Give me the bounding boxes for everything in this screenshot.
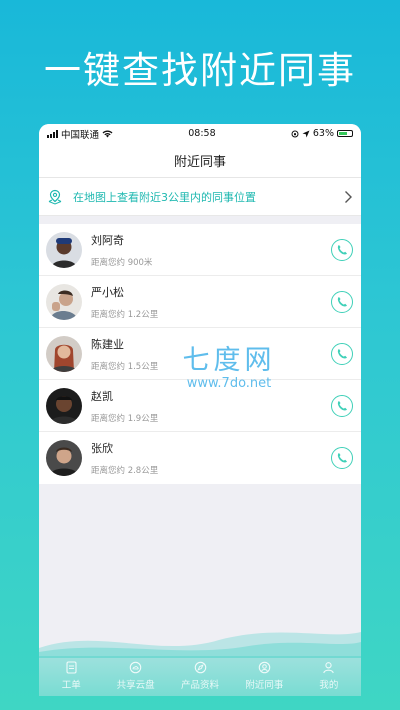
tab-product-docs[interactable]: 产品资料	[168, 656, 232, 696]
map-view-banner[interactable]: 在地图上查看附近3公里内的同事位置	[39, 178, 361, 216]
phone-icon	[337, 296, 347, 307]
phone-icon	[337, 348, 347, 359]
colleague-name: 严小松	[91, 285, 124, 299]
colleague-row[interactable]: 赵凯 距离您约 1.9公里	[39, 380, 361, 432]
status-bar: 中国联通 08:58 63%	[39, 124, 361, 143]
colleague-distance: 距离您约 1.2公里	[91, 309, 159, 320]
colleague-name: 陈建业	[91, 337, 124, 351]
avatar	[46, 387, 82, 424]
call-button[interactable]	[331, 447, 353, 469]
tab-nearby-colleagues[interactable]: 附近同事	[232, 656, 296, 696]
document-icon	[66, 661, 77, 674]
avatar	[46, 335, 82, 372]
colleague-name: 刘阿奇	[91, 233, 124, 247]
signal-icon	[47, 129, 58, 138]
colleague-row[interactable]: 张欣 距离您约 2.8公里	[39, 432, 361, 484]
tab-cloud-disk[interactable]: 共享云盘	[103, 656, 167, 696]
call-button[interactable]	[331, 238, 353, 261]
tab-label: 附近同事	[245, 680, 284, 691]
phone-icon	[337, 244, 347, 255]
tab-me[interactable]: 我的	[297, 656, 361, 696]
person-icon	[323, 662, 335, 674]
location-arrow-icon	[302, 130, 310, 137]
promo-headline: 一键查找附近同事	[44, 49, 356, 92]
colleague-row[interactable]: 刘阿奇 距离您约 900米	[39, 224, 361, 276]
battery-percent: 63%	[312, 128, 334, 139]
clock-label: 08:58	[188, 128, 216, 139]
page-title: 附近同事	[173, 154, 226, 170]
tab-label: 工单	[61, 680, 81, 691]
tab-bar: 工单 共享云盘 产品资料 附近同事 我的	[39, 656, 361, 696]
chevron-right-icon	[345, 190, 352, 203]
phone-icon	[337, 453, 347, 463]
avatar	[46, 440, 82, 476]
colleague-row[interactable]: 陈建业 距离您约 1.5公里	[39, 328, 361, 380]
avatar	[46, 283, 82, 320]
call-button[interactable]	[331, 394, 353, 417]
colleague-distance: 距离您约 1.9公里	[91, 413, 159, 424]
rotation-lock-icon	[291, 130, 299, 137]
tab-label: 我的	[319, 680, 339, 691]
battery-icon	[337, 130, 353, 137]
phone-screen: 中国联通 08:58 63% 附近同事 在地图上查看附近3公里内的同事位置 刘阿…	[39, 124, 361, 696]
map-banner-text: 在地图上查看附近3公里内的同事位置	[73, 190, 256, 204]
colleague-distance: 距离您约 900米	[91, 257, 153, 268]
nav-bar: 附近同事	[39, 143, 361, 178]
location-pin-icon	[48, 189, 62, 205]
wifi-icon	[102, 130, 113, 137]
colleague-name: 赵凯	[91, 389, 113, 403]
tab-work-order[interactable]: 工单	[39, 656, 103, 696]
compass-icon	[194, 661, 206, 674]
colleague-name: 张欣	[91, 442, 113, 455]
tab-label: 共享云盘	[116, 680, 155, 691]
tab-label: 产品资料	[181, 680, 220, 691]
cloud-disk-icon	[129, 661, 142, 674]
colleague-list: 刘阿奇 距离您约 900米 严小松 距离您约 1.2公里 陈建业 距离您约 1.…	[39, 224, 361, 484]
colleague-distance: 距离您约 2.8公里	[91, 466, 159, 476]
call-button[interactable]	[331, 290, 353, 313]
carrier-label: 中国联通	[61, 129, 100, 141]
phone-icon	[337, 400, 347, 411]
avatar	[46, 231, 82, 268]
colleague-distance: 距离您约 1.5公里	[91, 361, 159, 372]
call-button[interactable]	[331, 342, 353, 365]
nearby-icon	[258, 661, 271, 674]
colleague-row[interactable]: 严小松 距离您约 1.2公里	[39, 276, 361, 328]
decorative-wave	[39, 632, 361, 658]
